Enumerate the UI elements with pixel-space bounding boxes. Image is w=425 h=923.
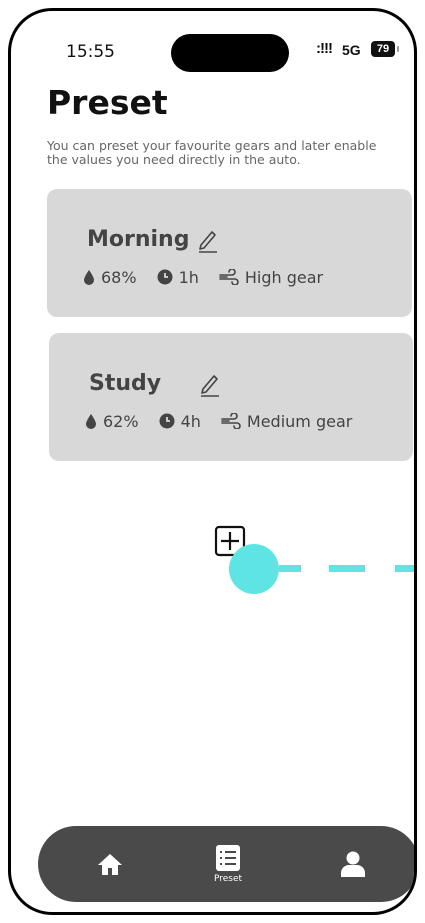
drop-icon xyxy=(86,414,96,429)
preset-gear: Medium gear xyxy=(246,411,353,431)
page-description: You can preset your favourite gears and … xyxy=(47,138,377,167)
signal-icon: :!!! xyxy=(316,40,333,57)
preset-duration: 1h xyxy=(178,267,199,287)
edit-icon[interactable] xyxy=(199,371,221,397)
clock-icon xyxy=(159,413,175,429)
battery-icon: 79 xyxy=(371,41,395,57)
page-title: Preset xyxy=(47,83,168,122)
preset-humidity: 68% xyxy=(101,267,137,287)
drag-path-dash xyxy=(395,565,414,572)
preset-duration: 4h xyxy=(180,411,201,431)
bottom-nav: Preset xyxy=(38,826,414,902)
touch-indicator xyxy=(229,544,279,594)
nav-profile[interactable] xyxy=(331,826,375,902)
drag-path-dash xyxy=(329,565,365,572)
nav-home[interactable] xyxy=(88,826,132,902)
wind-icon xyxy=(219,269,239,285)
network-type: 5G xyxy=(342,42,361,58)
nav-preset-label: Preset xyxy=(213,874,243,884)
drop-icon xyxy=(84,270,94,285)
user-icon xyxy=(341,851,365,877)
clock-icon xyxy=(157,269,173,285)
drag-path-dash xyxy=(279,565,301,572)
preset-humidity: 62% xyxy=(103,411,139,431)
list-icon xyxy=(216,845,240,871)
preset-gear: High gear xyxy=(244,267,324,287)
status-bar: 15:55 :!!! 5G 79 xyxy=(11,34,414,72)
preset-card-study[interactable]: Study 62% 4h Medium gear xyxy=(49,333,413,461)
preset-meta: 62% 4h Medium gear xyxy=(85,411,372,431)
wind-icon xyxy=(221,413,241,429)
edit-icon[interactable] xyxy=(197,227,219,253)
home-icon xyxy=(98,854,122,875)
phone-frame: 15:55 :!!! 5G 79 Preset You can preset y… xyxy=(8,8,417,915)
preset-card-morning[interactable]: Morning 68% 1h High gear xyxy=(47,189,412,317)
status-time: 15:55 xyxy=(66,42,115,62)
preset-name: Morning xyxy=(87,227,190,252)
battery-tip xyxy=(397,46,399,52)
dynamic-island xyxy=(171,34,289,72)
nav-preset[interactable]: Preset xyxy=(206,826,250,902)
preset-name: Study xyxy=(89,371,162,396)
preset-meta: 68% 1h High gear xyxy=(83,267,343,287)
